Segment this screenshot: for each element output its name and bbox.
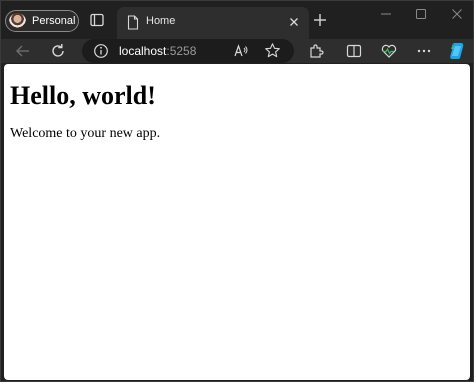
read-aloud-icon[interactable] [233, 43, 249, 59]
url-text: localhost:5258 [119, 44, 196, 58]
page-title: Hello, world! [10, 81, 156, 110]
tab-home[interactable]: Home [117, 7, 309, 39]
heartbeat-icon[interactable] [380, 42, 398, 60]
maximize-icon[interactable] [412, 5, 430, 23]
url-host: localhost [119, 44, 167, 58]
back-arrow-icon[interactable] [14, 42, 32, 60]
plus-icon[interactable] [312, 12, 328, 28]
profile-button[interactable]: Personal [5, 10, 79, 32]
toolbar: localhost:5258 [1, 39, 473, 63]
more-icon[interactable] [415, 42, 433, 60]
refresh-icon[interactable] [49, 42, 67, 60]
copilot-icon[interactable] [447, 41, 467, 61]
tab-title: Home [146, 15, 176, 27]
url-port: :5258 [166, 44, 197, 58]
tab-actions-icon[interactable] [89, 12, 105, 28]
browser-window: Personal Home localhost:5258 Hello, worl… [0, 0, 474, 382]
address-bar[interactable]: localhost:5258 [82, 39, 294, 63]
avatar [9, 13, 26, 30]
info-icon[interactable] [93, 43, 109, 59]
puzzle-icon[interactable] [307, 42, 325, 60]
page-icon [127, 15, 139, 30]
title-bar: Personal Home [1, 1, 473, 39]
split-screen-icon[interactable] [345, 42, 363, 60]
minimize-icon[interactable] [377, 5, 395, 23]
page-text: Welcome to your new app. [10, 126, 161, 141]
star-icon[interactable] [264, 42, 281, 59]
page-content: Hello, world! Welcome to your new app. [4, 64, 470, 380]
window-close-icon[interactable] [448, 5, 466, 23]
close-icon[interactable] [287, 15, 301, 29]
profile-label: Personal [32, 15, 76, 27]
